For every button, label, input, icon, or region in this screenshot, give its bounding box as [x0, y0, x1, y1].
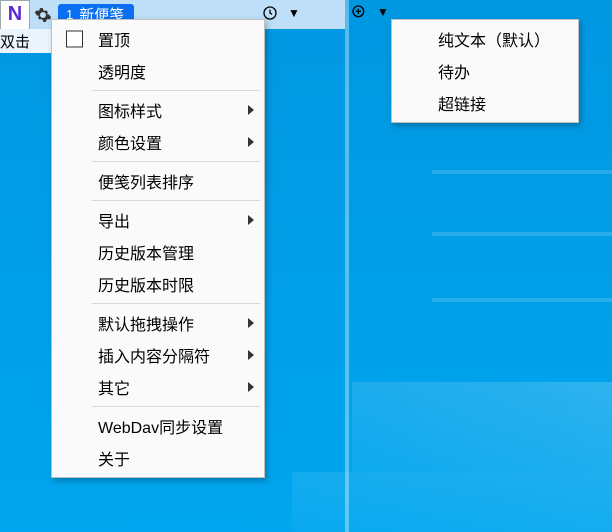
submenu-arrow-icon — [248, 215, 254, 225]
menu-insert-separator[interactable]: 插入内容分隔符 — [54, 339, 262, 371]
menu-about[interactable]: 关于 — [54, 442, 262, 474]
submenu-hyperlink[interactable]: 超链接 — [394, 87, 576, 119]
submenu-arrow-icon — [248, 105, 254, 115]
menu-label: 历史版本时限 — [98, 272, 194, 296]
menu-note-list-sort[interactable]: 便笺列表排序 — [54, 165, 262, 197]
submenu-plain-text[interactable]: 纯文本（默认） — [394, 23, 576, 55]
menu-label: 便笺列表排序 — [98, 169, 194, 193]
context-menu: 置顶 透明度 图标样式 颜色设置 便笺列表排序 导出 历史版本管理 历史版本时限 — [51, 19, 265, 478]
menu-label: 置顶 — [98, 27, 130, 51]
menu-other[interactable]: 其它 — [54, 371, 262, 403]
menu-icon-style[interactable]: 图标样式 — [54, 94, 262, 126]
menu-label: 超链接 — [438, 91, 486, 115]
menu-label: 导出 — [98, 208, 130, 232]
menu-separator — [92, 406, 260, 407]
checkbox-icon — [66, 31, 83, 48]
dropdown-icon[interactable]: ▼ — [284, 3, 304, 23]
double-click-hint: 双击 — [0, 31, 30, 52]
menu-label: 默认拖拽操作 — [98, 311, 194, 335]
mini-toolbar-right: ▼ — [349, 2, 393, 22]
menu-history-manage[interactable]: 历史版本管理 — [54, 236, 262, 268]
menu-separator — [92, 161, 260, 162]
submenu-arrow-icon — [248, 137, 254, 147]
menu-label: 纯文本（默认） — [438, 27, 550, 51]
submenu-arrow-icon — [248, 318, 254, 328]
mini-toolbar-left: ▼ — [260, 3, 304, 23]
menu-label: 历史版本管理 — [98, 240, 194, 264]
submenu-todo[interactable]: 待办 — [394, 55, 576, 87]
desktop-background: N 1 新便笺 双击 ▼ ▼ 置顶 透明度 — [0, 0, 612, 532]
zoom-in-icon[interactable] — [349, 2, 369, 22]
menu-label: 透明度 — [98, 59, 146, 83]
menu-label: 颜色设置 — [98, 130, 162, 154]
menu-label: WebDav同步设置 — [98, 414, 223, 438]
menu-label: 其它 — [98, 375, 130, 399]
decorative-ray — [432, 298, 612, 302]
menu-label: 关于 — [98, 446, 130, 470]
menu-opacity[interactable]: 透明度 — [54, 55, 262, 87]
submenu-arrow-icon — [248, 382, 254, 392]
decorative-ray — [432, 232, 612, 236]
menu-webdav-sync[interactable]: WebDav同步设置 — [54, 410, 262, 442]
note-body-hint[interactable]: 双击 — [0, 29, 51, 53]
menu-separator — [92, 90, 260, 91]
decorative-ray — [352, 382, 612, 472]
menu-separator — [92, 303, 260, 304]
menu-pin-top[interactable]: 置顶 — [54, 23, 262, 55]
menu-color-settings[interactable]: 颜色设置 — [54, 126, 262, 158]
pane-divider[interactable] — [345, 0, 349, 532]
decorative-ray — [432, 170, 612, 174]
decorative-ray — [292, 472, 612, 532]
menu-label: 插入内容分隔符 — [98, 343, 210, 367]
menu-separator — [92, 200, 260, 201]
menu-history-limit[interactable]: 历史版本时限 — [54, 268, 262, 300]
dropdown-icon[interactable]: ▼ — [373, 2, 393, 22]
gear-icon[interactable] — [34, 6, 52, 24]
context-submenu: 纯文本（默认） 待办 超链接 — [391, 19, 579, 123]
menu-label: 图标样式 — [98, 98, 162, 122]
menu-default-drag[interactable]: 默认拖拽操作 — [54, 307, 262, 339]
app-logo[interactable]: N — [0, 0, 30, 30]
menu-export[interactable]: 导出 — [54, 204, 262, 236]
submenu-arrow-icon — [248, 350, 254, 360]
menu-label: 待办 — [438, 59, 470, 83]
